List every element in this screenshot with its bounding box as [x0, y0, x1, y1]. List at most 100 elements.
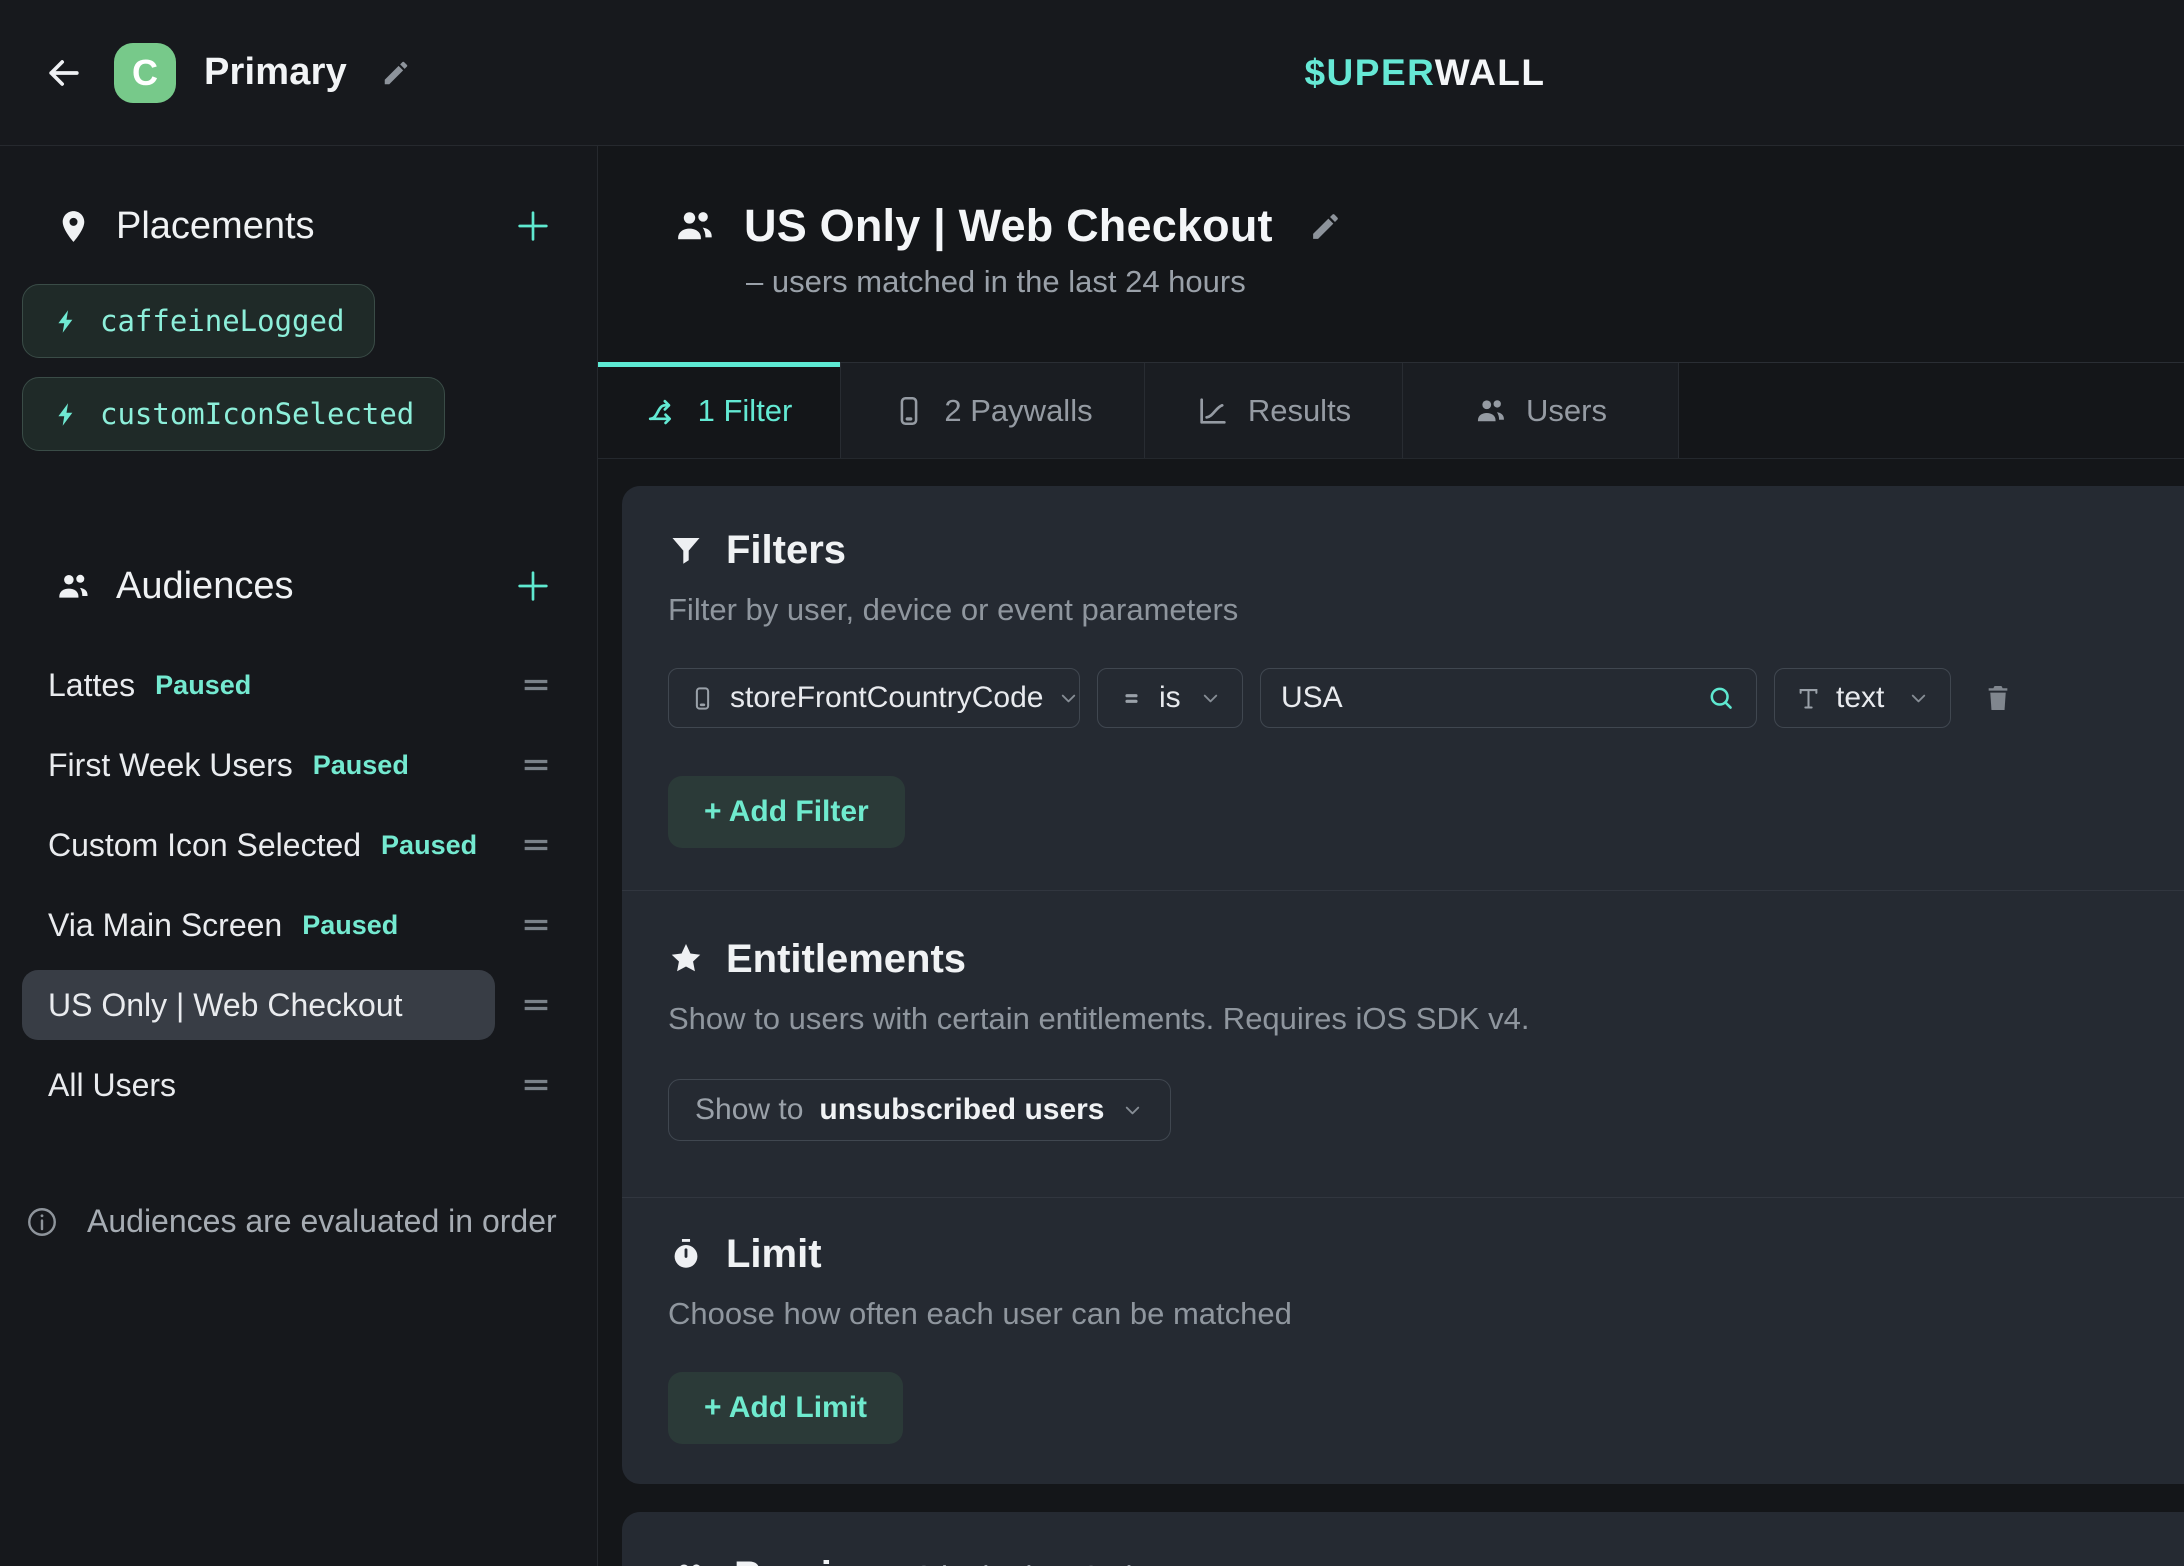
- chevron-down-icon: [1121, 1099, 1144, 1122]
- avatar[interactable]: C: [114, 43, 176, 103]
- paused-badge: Paused: [155, 670, 251, 701]
- map-pin-icon: [55, 208, 92, 245]
- filters-title: Filters: [726, 528, 846, 573]
- preview-meta: 0 in the last 24 hours: [915, 1559, 1203, 1566]
- entitlements-description: Show to users with certain entitlements.…: [668, 1001, 2144, 1037]
- drag-handle-icon[interactable]: [519, 828, 553, 862]
- limit-description: Choose how often each user can be matche…: [668, 1296, 2144, 1332]
- tab-users[interactable]: Users: [1402, 363, 1679, 458]
- tab-bar: 1 Filter 2 Paywalls Results Users: [598, 362, 2184, 459]
- type-dropdown[interactable]: text: [1774, 668, 1951, 728]
- entitlements-title: Entitlements: [726, 937, 966, 982]
- preview-card: Preview 0 in the last 24 hours: [622, 1512, 2184, 1566]
- delete-filter-trash-icon[interactable]: [1982, 681, 2014, 715]
- logo-teal-part: $UPER: [1304, 52, 1434, 93]
- audience-row-custom-icon-selected[interactable]: Custom Icon Selected Paused: [0, 805, 597, 885]
- funnel-icon: [668, 532, 704, 568]
- show-to-label: Show to: [695, 1093, 803, 1127]
- split-arrows-icon: [646, 394, 680, 428]
- section-divider: [622, 1197, 2184, 1198]
- add-placement-button[interactable]: [513, 206, 553, 246]
- smartphone-icon: [689, 685, 716, 712]
- parameter-value: storeFrontCountryCode: [730, 681, 1043, 715]
- chevron-down-icon: [1199, 687, 1222, 710]
- audience-row-via-main-screen[interactable]: Via Main Screen Paused: [0, 885, 597, 965]
- users-icon: [1474, 394, 1508, 428]
- lightning-bolt-icon: [53, 308, 80, 335]
- tab-label: Users: [1526, 393, 1607, 429]
- audiences-header: Audiences: [55, 562, 553, 610]
- audience-settings-card: Filters Filter by user, device or event …: [622, 486, 2184, 1484]
- tab-label: 1 Filter: [698, 393, 793, 429]
- search-icon: [1707, 684, 1736, 713]
- audience-list: Lattes Paused First Week Users Paused Cu…: [0, 645, 597, 1125]
- stopwatch-icon: [668, 1236, 704, 1272]
- placement-chip-label: customIconSelected: [100, 397, 414, 431]
- star-icon: [668, 941, 704, 977]
- show-to-value: unsubscribed users: [819, 1093, 1104, 1127]
- filter-value-input[interactable]: USA: [1260, 668, 1757, 728]
- paused-badge: Paused: [381, 830, 477, 861]
- preview-header[interactable]: Preview 0 in the last 24 hours: [668, 1554, 2184, 1566]
- matched-users-subtitle: – users matched in the last 24 hours: [746, 264, 2184, 300]
- page-title: US Only | Web Checkout: [744, 200, 1273, 252]
- audiences-title: Audiences: [116, 565, 489, 608]
- drag-handle-icon[interactable]: [519, 908, 553, 942]
- main-content: US Only | Web Checkout – users matched i…: [598, 146, 2184, 1566]
- drag-handle-icon[interactable]: [519, 988, 553, 1022]
- placement-list: caffeineLogged customIconSelected: [22, 284, 597, 451]
- paused-badge: Paused: [302, 910, 398, 941]
- edit-project-pencil-icon[interactable]: [381, 58, 411, 88]
- project-title: Primary: [204, 51, 347, 94]
- tab-label: 2 Paywalls: [944, 393, 1092, 429]
- chevron-down-icon: [1907, 687, 1930, 710]
- info-icon: [25, 1205, 59, 1239]
- audience-row-us-only-web-checkout-selected[interactable]: US Only | Web Checkout: [0, 965, 597, 1045]
- filters-description: Filter by user, device or event paramete…: [668, 592, 2144, 628]
- drag-handle-icon[interactable]: [519, 668, 553, 702]
- lightning-bolt-icon: [53, 401, 80, 428]
- audience-name: Via Main Screen: [48, 907, 282, 944]
- users-icon: [55, 568, 92, 605]
- audience-row-first-week-users[interactable]: First Week Users Paused: [0, 725, 597, 805]
- tab-paywalls[interactable]: 2 Paywalls: [840, 363, 1144, 458]
- placements-header: Placements: [55, 202, 553, 250]
- operator-value: is: [1159, 681, 1181, 715]
- superwall-audience-page: C Primary $UPERWALL Placements caffeineL…: [0, 0, 2184, 1566]
- placement-chip-caffeineLogged[interactable]: caffeineLogged: [22, 284, 375, 358]
- operator-dropdown[interactable]: is: [1097, 668, 1243, 728]
- drag-handle-icon[interactable]: [519, 1068, 553, 1102]
- filter-row: storeFrontCountryCode is USA: [668, 668, 2144, 728]
- placement-chip-customIconSelected[interactable]: customIconSelected: [22, 377, 445, 451]
- audience-name: Custom Icon Selected: [48, 827, 361, 864]
- parameter-dropdown[interactable]: storeFrontCountryCode: [668, 668, 1080, 728]
- show-to-dropdown[interactable]: Show to unsubscribed users: [668, 1079, 1171, 1141]
- superwall-logo: $UPERWALL: [1304, 52, 1545, 94]
- limit-section: Limit Choose how often each user can be …: [668, 1230, 2144, 1444]
- sidebar: Placements caffeineLogged customIconSele…: [0, 146, 598, 1566]
- tab-filter[interactable]: 1 Filter: [598, 363, 840, 458]
- add-limit-button[interactable]: + Add Limit: [668, 1372, 903, 1444]
- type-value: text: [1836, 681, 1884, 715]
- back-arrow-icon[interactable]: [42, 51, 86, 95]
- audience-row-all-users[interactable]: All Users: [0, 1045, 597, 1125]
- section-divider: [622, 890, 2184, 891]
- logo-white-part: WALL: [1435, 52, 1546, 93]
- equals-icon: [1118, 685, 1145, 712]
- audience-header: US Only | Web Checkout – users matched i…: [598, 146, 2184, 300]
- tab-results[interactable]: Results: [1144, 363, 1402, 458]
- users-icon: [672, 204, 718, 248]
- filter-value: USA: [1281, 681, 1343, 715]
- filters-section: Filters Filter by user, device or event …: [668, 526, 2144, 848]
- paused-badge: Paused: [313, 750, 409, 781]
- audience-row-lattes[interactable]: Lattes Paused: [0, 645, 597, 725]
- drag-handle-icon[interactable]: [519, 748, 553, 782]
- placement-chip-label: caffeineLogged: [100, 304, 344, 338]
- users-icon: [668, 1557, 710, 1566]
- add-audience-button[interactable]: [513, 566, 553, 606]
- entitlements-section: Entitlements Show to users with certain …: [668, 935, 2144, 1141]
- edit-audience-pencil-icon[interactable]: [1309, 210, 1342, 243]
- add-filter-button[interactable]: + Add Filter: [668, 776, 905, 848]
- preview-title: Preview: [734, 1554, 885, 1566]
- audience-name: All Users: [48, 1067, 176, 1104]
